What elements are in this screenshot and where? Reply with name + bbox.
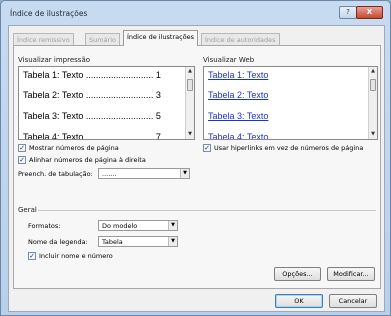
caption-select[interactable]: Tabela ▼ <box>98 236 178 247</box>
print-preview-entry: Tabela 1: Texto ........................… <box>23 70 161 80</box>
tab-leader-value: ....... <box>102 170 117 178</box>
checkmark-icon: ✓ <box>18 156 26 164</box>
formats-value: Do modelo <box>102 222 138 230</box>
print-preview-scrollbar[interactable]: ▲ ▼ <box>185 67 194 139</box>
print-preview-box[interactable]: Tabela 1: Texto ........................… <box>18 66 195 140</box>
caption-value: Tabela <box>102 238 123 246</box>
scroll-thumb[interactable] <box>187 79 193 91</box>
scroll-up-icon[interactable]: ▲ <box>369 67 377 76</box>
show-page-numbers-label: Mostrar números de página <box>29 144 119 152</box>
print-preview-label: Visualizar impressão <box>18 56 91 64</box>
tab-sumario[interactable]: Sumário <box>85 33 121 45</box>
modify-button[interactable]: Modificar... <box>327 267 375 281</box>
tab-leader-label: Preench. de tabulação: <box>18 170 93 178</box>
checkmark-icon: ✓ <box>203 144 211 152</box>
title-bar[interactable]: Índice de ilustrações ? X <box>1 1 390 25</box>
use-hyperlinks-checkbox[interactable]: ✓ Usar hiperlinks em vez de números de p… <box>203 144 363 152</box>
print-preview-entry: Tabela 2: Texto ........................… <box>23 90 161 100</box>
formats-label: Formatos: <box>28 222 61 230</box>
ok-button[interactable]: OK <box>275 294 323 308</box>
dialog-client-area: Índice remissivo Sumário Índice de ilust… <box>8 25 385 312</box>
tab-panel: Visualizar impressão Tabela 1: Texto ...… <box>13 45 381 289</box>
checkmark-icon: ✓ <box>28 252 36 260</box>
scroll-down-icon[interactable]: ▼ <box>186 130 194 139</box>
web-preview-link[interactable]: Tabela 4: Texto <box>208 132 268 139</box>
scroll-up-icon[interactable]: ▲ <box>186 67 194 76</box>
include-label-number-label: Incluir nome e número <box>39 252 113 260</box>
scroll-thumb[interactable] <box>370 79 376 91</box>
formats-select[interactable]: Do modelo ▼ <box>98 220 178 231</box>
tab-indice-remissivo[interactable]: Índice remissivo <box>13 33 74 45</box>
close-button[interactable]: X <box>356 6 383 19</box>
group-divider <box>38 210 376 211</box>
web-preview-link[interactable]: Tabela 2: Texto <box>208 90 268 100</box>
print-preview-entry: Tabela 4: Texto ........................… <box>23 132 161 140</box>
chevron-down-icon[interactable]: ▼ <box>180 169 189 178</box>
caption-label: Nome da legenda: <box>28 238 88 246</box>
web-preview-link[interactable]: Tabela 3: Texto <box>208 111 268 121</box>
cancel-button[interactable]: Cancelar <box>329 294 377 308</box>
use-hyperlinks-label: Usar hiperlinks em vez de números de pág… <box>214 144 364 152</box>
window-title: Índice de ilustrações <box>10 9 88 18</box>
tab-indice-autoridades[interactable]: Índice de autoridades <box>201 33 280 45</box>
scroll-down-icon[interactable]: ▼ <box>369 130 377 139</box>
tab-leader-select[interactable]: ....... ▼ <box>98 168 190 179</box>
help-button[interactable]: ? <box>339 6 357 19</box>
show-page-numbers-checkbox[interactable]: ✓ Mostrar números de página <box>18 144 119 152</box>
general-group-label: Geral <box>18 206 37 214</box>
include-label-number-checkbox[interactable]: ✓ Incluir nome e número <box>28 252 113 260</box>
web-preview-box[interactable]: Tabela 1: Texto Tabela 2: Texto Tabela 3… <box>203 66 378 140</box>
print-preview-entry: Tabela 3: Texto ........................… <box>23 111 161 121</box>
align-right-label: Alinhar números de página à direita <box>29 156 146 164</box>
chevron-down-icon[interactable]: ▼ <box>168 237 177 246</box>
chevron-down-icon[interactable]: ▼ <box>168 221 177 230</box>
tab-indice-ilustracoes[interactable]: Índice de ilustrações <box>123 30 199 46</box>
web-preview-link[interactable]: Tabela 1: Texto <box>208 70 268 80</box>
dialog-window: Índice de ilustrações ? X Índice remissi… <box>0 0 391 316</box>
web-preview-scrollbar[interactable]: ▲ ▼ <box>368 67 377 139</box>
options-button[interactable]: Opções... <box>274 267 321 281</box>
web-preview-label: Visualizar Web <box>203 56 255 64</box>
checkmark-icon: ✓ <box>18 144 26 152</box>
align-right-checkbox[interactable]: ✓ Alinhar números de página à direita <box>18 156 146 164</box>
